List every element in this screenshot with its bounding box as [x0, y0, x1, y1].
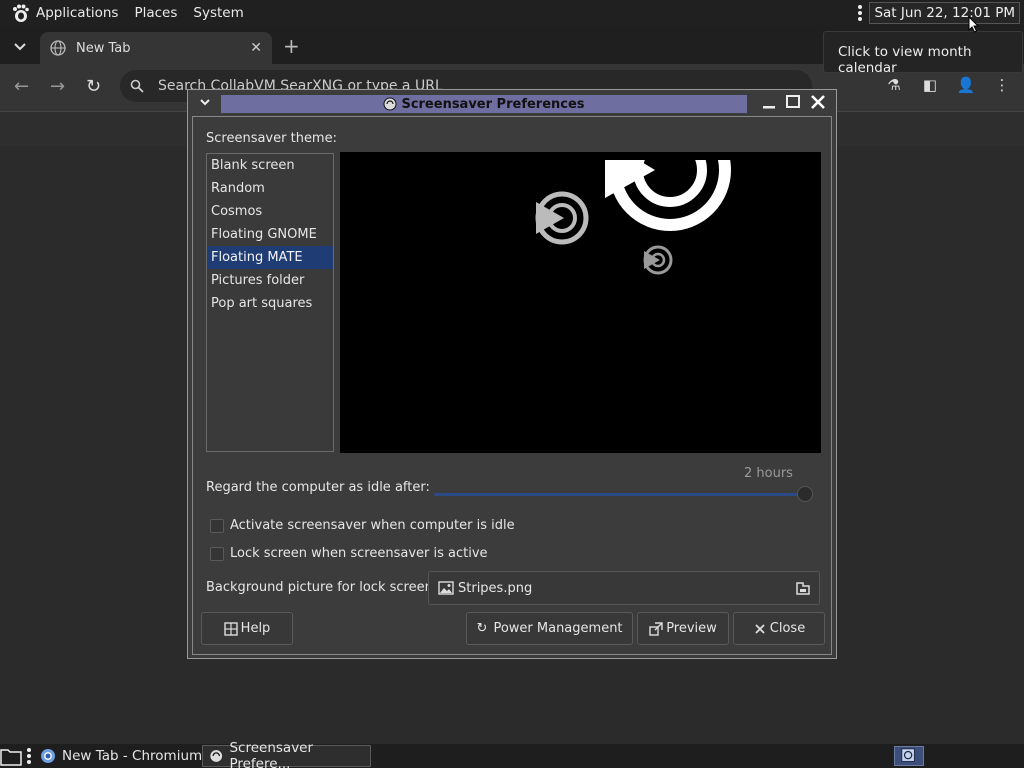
panel-handle-bottom-icon[interactable] — [27, 748, 33, 764]
taskbar-screensaver-label: Screensaver Prefere... — [229, 740, 314, 768]
calendar-tooltip: Click to view month calendar — [823, 31, 1023, 76]
lock-screen-label[interactable]: Lock screen when screensaver is active — [230, 546, 488, 561]
panel-handle-icon[interactable] — [853, 2, 867, 24]
idle-slider-handle[interactable] — [797, 486, 813, 502]
theme-item-pop-art-squares[interactable]: Pop art squares — [207, 292, 333, 315]
background-picture-label: Background picture for lock screen: — [206, 580, 438, 595]
preview-button[interactable]: Preview — [637, 612, 729, 645]
idle-label: Regard the computer as idle after: — [206, 480, 430, 495]
forward-arrow-icon[interactable]: → — [50, 76, 65, 97]
taskbar-chromium-label: New Tab - Chromium — [62, 748, 203, 764]
image-file-icon — [438, 581, 454, 595]
clock[interactable]: Sat Jun 22, 12:01 PM — [869, 2, 1020, 24]
theme-label: Screensaver theme: — [206, 131, 337, 146]
tab-close-icon[interactable]: ✕ — [250, 40, 262, 56]
browser-menu-icon[interactable]: ⋮ — [992, 76, 1012, 96]
window-menu-chevron-icon[interactable] — [198, 95, 212, 109]
help-icon — [223, 621, 238, 636]
lock-screen-checkbox[interactable] — [210, 547, 224, 561]
close-icon — [755, 623, 765, 634]
help-label: Help — [240, 621, 271, 636]
power-management-button[interactable]: ↻ Power Management — [466, 612, 633, 645]
globe-icon — [50, 40, 66, 56]
show-desktop-icon[interactable] — [0, 746, 22, 766]
preview-icon — [649, 621, 663, 636]
theme-item-cosmos[interactable]: Cosmos — [207, 200, 333, 223]
theme-item-floating-gnome[interactable]: Floating GNOME — [207, 223, 333, 246]
activate-screensaver-checkbox[interactable] — [210, 519, 224, 533]
tray-screensaver-icon[interactable] — [894, 746, 924, 766]
background-file-name: Stripes.png — [458, 580, 533, 596]
tab-title: New Tab — [76, 40, 131, 56]
theme-item-random[interactable]: Random — [207, 177, 333, 200]
screensaver-taskbar-icon — [210, 750, 223, 762]
taskbar-item-chromium[interactable]: New Tab - Chromium — [34, 745, 208, 767]
theme-item-blank-screen[interactable]: Blank screen — [207, 154, 333, 177]
tab-new-tab[interactable]: New Tab ✕ — [40, 32, 272, 64]
activate-screensaver-label[interactable]: Activate screensaver when computer is id… — [230, 518, 515, 533]
mouse-pointer-icon — [968, 16, 980, 33]
dialog-title: Screensaver Preferences — [401, 96, 585, 112]
panel-right: Sat Jun 22, 12:01 PM — [853, 2, 1020, 24]
screensaver-dialog: Screensaver Preferences Screensaver them… — [187, 89, 837, 659]
minimize-icon[interactable] — [760, 93, 778, 111]
dialog-titlebar[interactable]: Screensaver Preferences — [188, 90, 836, 116]
help-button[interactable]: Help — [201, 612, 293, 645]
screensaver-app-icon — [383, 97, 397, 111]
places-menu[interactable]: Places — [126, 0, 185, 26]
top-panel: Applications Places System Sat Jun 22, 1… — [0, 0, 1024, 26]
power-icon: ↻ — [476, 620, 488, 636]
tooltip-text: Click to view month calendar — [838, 44, 972, 76]
search-icon — [130, 79, 144, 93]
applications-menu[interactable]: Applications — [0, 0, 126, 26]
side-panel-icon[interactable]: ◧ — [920, 76, 940, 96]
close-button[interactable]: Close — [733, 612, 825, 645]
tab-search-chevron-icon[interactable] — [10, 36, 30, 56]
background-picture-chooser[interactable]: Stripes.png — [428, 571, 820, 605]
labs-flask-icon[interactable]: ⚗ — [884, 76, 904, 96]
theme-item-pictures-folder[interactable]: Pictures folder — [207, 269, 333, 292]
idle-slider-track[interactable] — [434, 493, 804, 496]
back-arrow-icon[interactable]: ← — [14, 76, 29, 97]
system-label: System — [193, 5, 244, 21]
power-management-label: Power Management — [493, 621, 623, 636]
profile-icon[interactable]: 👤 — [956, 76, 976, 96]
dialog-body: Screensaver theme: Blank screen Random C… — [192, 116, 832, 655]
close-window-icon[interactable] — [809, 93, 827, 111]
maximize-icon[interactable] — [784, 93, 802, 111]
preview-label: Preview — [666, 621, 717, 636]
gnome-foot-icon — [13, 4, 29, 22]
theme-item-floating-mate[interactable]: Floating MATE — [207, 246, 333, 269]
theme-preview — [340, 152, 821, 453]
close-label: Close — [769, 621, 806, 636]
reload-icon[interactable]: ↻ — [86, 76, 101, 97]
places-label: Places — [134, 5, 178, 21]
applications-label: Applications — [36, 5, 119, 21]
theme-list[interactable]: Blank screen Random Cosmos Floating GNOM… — [206, 153, 334, 452]
open-folder-icon — [796, 582, 810, 595]
chromium-icon — [41, 749, 55, 763]
bottom-panel: New Tab - Chromium Screensaver Prefere..… — [0, 740, 1024, 768]
system-menu[interactable]: System — [185, 0, 251, 26]
taskbar-item-screensaver[interactable]: Screensaver Prefere... — [202, 740, 371, 768]
mate-logo-preview-icon — [535, 152, 740, 275]
title-strip: Screensaver Preferences — [221, 95, 747, 113]
new-tab-plus-icon[interactable]: + — [283, 34, 300, 58]
idle-time-value: 2 hours — [744, 466, 793, 481]
